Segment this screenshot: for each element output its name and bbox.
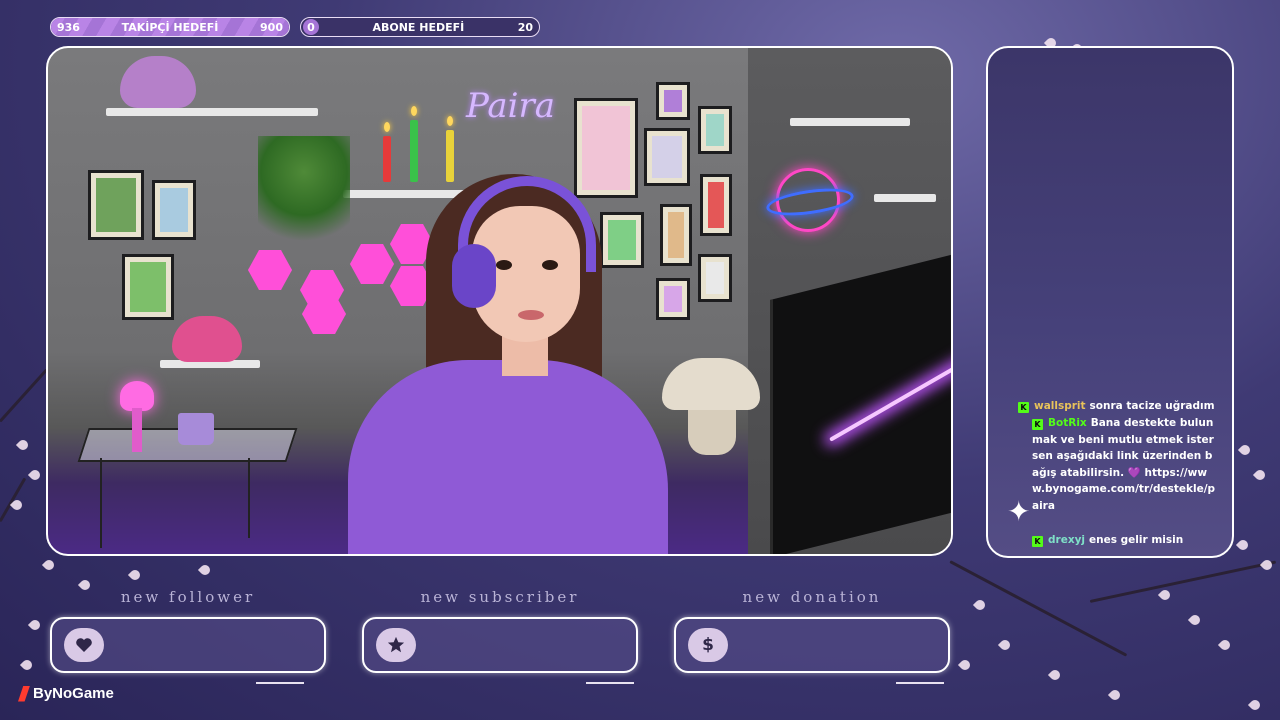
hanging-plant	[258, 136, 350, 256]
wall-frame	[122, 254, 174, 320]
shelf-top-left	[106, 108, 318, 116]
brand-name: ByNoGame	[33, 685, 114, 702]
bynogame-logo: ByNoGame	[18, 685, 114, 702]
mug	[178, 413, 214, 445]
subscriber-goal-label: ABONE HEDEFİ	[372, 20, 465, 34]
wall-frame	[698, 106, 732, 154]
camera-frame: Paira	[46, 46, 953, 556]
flame	[447, 116, 453, 126]
headphones-earcup	[452, 244, 496, 308]
subscriber-goal-current: 0	[303, 19, 319, 35]
kick-icon: K	[1018, 402, 1029, 413]
octopus-plush	[172, 316, 242, 362]
sparkle-icon: ✦	[1007, 495, 1031, 528]
wall-frame	[88, 170, 144, 240]
divider	[256, 682, 304, 684]
wall-frame	[152, 180, 196, 240]
mushroom-stool	[662, 358, 760, 410]
wall-frame	[574, 98, 638, 198]
new-donation-label: new donation	[742, 588, 882, 606]
monitor	[770, 251, 951, 554]
wall-frame	[700, 174, 732, 236]
new-subscriber-label: new subscriber	[420, 588, 580, 606]
heart-icon	[64, 628, 104, 662]
flame	[384, 122, 390, 132]
flame	[411, 106, 417, 116]
chat-text: Bana destekte bulunmak ve beni mutlu etm…	[1032, 417, 1216, 512]
wall-frame	[656, 82, 690, 120]
follower-goal-target: 900	[260, 20, 283, 34]
new-subscriber-box	[362, 617, 638, 673]
shelf-candles	[343, 190, 467, 198]
follower-goal-current: 936	[57, 20, 80, 34]
subscriber-goal-target: 20	[517, 20, 533, 34]
hex-light	[350, 244, 394, 284]
wall-frame	[644, 128, 690, 186]
new-donation-box: $	[674, 617, 950, 673]
chat-message: Kwallsprit sonra tacize uğradım	[1018, 398, 1222, 415]
candle-red	[383, 136, 391, 182]
kick-icon: K	[1032, 419, 1043, 430]
chat-text: sonra tacize uğradım	[1089, 400, 1215, 412]
chat-text: enes gelir misin	[1089, 534, 1184, 546]
wall-frame	[600, 212, 644, 268]
streamer-body	[348, 360, 668, 554]
dollar-icon: $	[688, 628, 728, 662]
stool-leg	[688, 403, 736, 455]
divider	[896, 682, 944, 684]
vase	[120, 56, 196, 108]
divider	[586, 682, 634, 684]
follower-goal-label: TAKİPÇİ HEDEFİ	[121, 20, 219, 34]
candle-green	[410, 120, 418, 182]
hex-light	[248, 250, 292, 290]
subscriber-goal-bar: 0 ABONE HEDEFİ 20	[300, 17, 540, 37]
candle-yellow	[446, 130, 454, 182]
table-leg	[248, 458, 250, 538]
chat-username: drexyj	[1048, 534, 1086, 546]
chat-username: BotRix	[1048, 417, 1087, 429]
new-follower-box	[50, 617, 326, 673]
lamp-base	[132, 408, 142, 452]
wall-frame	[660, 204, 692, 266]
streamer-lips	[518, 310, 544, 320]
new-follower-label: new follower	[120, 588, 256, 606]
chat-username: wallsprit	[1034, 400, 1086, 412]
lamp-shade	[120, 381, 154, 411]
wall-frame	[656, 278, 690, 320]
shelf-top-right	[790, 118, 910, 126]
neon-sign: Paira	[466, 86, 556, 126]
table-leg	[100, 458, 102, 548]
chat-panel: Kwallsprit sonra tacize uğradım K BotRix Ba…	[986, 46, 1234, 558]
bynogame-logo-mark	[18, 685, 30, 702]
chat-message: K BotRix Bana destekte bulunmak ve beni mu…	[1032, 415, 1218, 514]
chat-message: Kdrexyj enes gelir misin	[1032, 532, 1232, 549]
kick-icon: K	[1032, 536, 1043, 547]
follower-goal-bar: 936 TAKİPÇİ HEDEFİ 900	[50, 17, 290, 37]
wall-frame	[698, 254, 732, 302]
shelf-cat	[874, 194, 936, 202]
star-icon	[376, 628, 416, 662]
